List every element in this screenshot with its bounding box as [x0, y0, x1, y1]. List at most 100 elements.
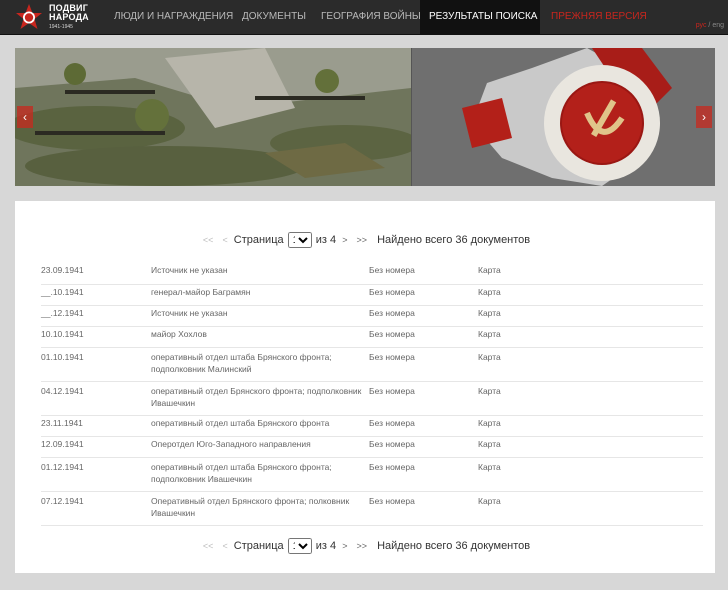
document-map-link-cell: Карта	[478, 436, 703, 458]
nav-documents[interactable]: Документы	[233, 0, 315, 34]
pager-page-select[interactable]: 1	[287, 232, 312, 248]
document-number-cell: Без номера	[369, 436, 478, 458]
pager-next-button[interactable]: >	[342, 235, 347, 245]
logo-years: 1941-1945	[49, 24, 73, 30]
document-source-cell: Источник не указан	[151, 305, 369, 327]
nav-war-geography[interactable]: География войны	[312, 0, 430, 34]
lang-en[interactable]: eng	[712, 22, 724, 29]
pager-last-button[interactable]: >>	[357, 541, 368, 551]
document-map-link[interactable]: Карта	[478, 418, 501, 428]
document-source: Оперативный отдел Брянского фронта; полк…	[151, 495, 350, 518]
document-map-link-cell: Карта	[478, 263, 703, 285]
table-row[interactable]: 01.12.1941 оперативный отдел штаба Брянск…	[41, 457, 703, 492]
document-source-cell: генерал-майор Баграмян	[151, 284, 369, 306]
pager-page-select[interactable]: 1	[287, 538, 312, 554]
document-source-cell: оперативный отдел штаба Брянского фронта…	[151, 347, 369, 382]
document-number: Без номера	[369, 495, 415, 506]
lang-ru[interactable]: рус	[696, 22, 707, 29]
pager-first-button[interactable]: <<	[203, 541, 214, 551]
document-map-link-cell: Карта	[478, 415, 703, 437]
document-date-cell: 23.11.1941	[41, 415, 151, 437]
table-row[interactable]: __.10.1941 генерал-майор Баграмян Без номе…	[41, 284, 703, 306]
document-map-link-cell: Карта	[478, 305, 703, 327]
document-source: оперативный отдел Брянского фронта; подп…	[151, 385, 362, 408]
table-row[interactable]: 23.09.1941 Источник не указан Без номера Ка…	[41, 263, 703, 285]
order-star-icon	[16, 4, 42, 29]
document-date: 01.10.1941	[41, 351, 84, 362]
document-number: Без номера	[369, 461, 415, 472]
document-source-cell: оперативный отдел штаба Брянского фронта…	[151, 457, 369, 492]
document-map-link-cell: Карта	[478, 381, 703, 416]
document-date-cell: 07.12.1941	[41, 491, 151, 526]
document-date-cell: 10.10.1941	[41, 326, 151, 348]
nav-people-awards[interactable]: Люди и награждения	[105, 0, 242, 34]
document-map-link-cell: Карта	[478, 457, 703, 492]
pager-last-button[interactable]: >>	[357, 235, 368, 245]
nav-search-results[interactable]: Результаты поиска	[420, 0, 540, 34]
document-number: Без номера	[369, 265, 415, 275]
document-source: Источник не указан	[151, 265, 228, 275]
document-number: Без номера	[369, 328, 415, 339]
document-date-cell: 23.09.1941	[41, 263, 151, 285]
site-logo[interactable]: ПОДВИГ НАРОДА 1941-1945	[14, 2, 94, 32]
soldiers-image	[15, 48, 420, 186]
table-row[interactable]: __.12.1941 Источник не указан Без номера Ка…	[41, 305, 703, 327]
pager-prev-button[interactable]: <	[222, 541, 227, 551]
table-row[interactable]: 04.12.1941 оперативный отдел Брянского фр…	[41, 381, 703, 416]
document-date-cell: 01.10.1941	[41, 347, 151, 382]
pager-top: << < Страница 1 из 4 > >> Найдено всего …	[15, 232, 715, 248]
document-source-cell: Оперативный отдел Брянского фронта; полк…	[151, 491, 369, 526]
document-map-link[interactable]: Карта	[478, 386, 501, 396]
logo-title: ПОДВИГ НАРОДА	[49, 3, 89, 22]
document-date: 04.12.1941	[41, 385, 84, 396]
document-source-cell: Источник не указан	[151, 263, 369, 285]
pager-next-button[interactable]: >	[342, 541, 347, 551]
pager-first-button[interactable]: <<	[203, 235, 214, 245]
document-number-cell: Без номера	[369, 491, 478, 526]
document-source: оперативный отдел штаба Брянского фронта…	[151, 461, 332, 484]
document-source: Источник не указан	[151, 307, 228, 318]
document-date: __.12.1941	[41, 307, 84, 318]
document-map-link[interactable]: Карта	[478, 329, 501, 339]
document-number-cell: Без номера	[369, 305, 478, 327]
document-number: Без номера	[369, 438, 415, 449]
table-row[interactable]: 23.11.1941 оперативный отдел штаба Брянск…	[41, 415, 703, 437]
document-map-link[interactable]: Карта	[478, 439, 501, 449]
table-row[interactable]: 01.10.1941 оперативный отдел штаба Брянск…	[41, 347, 703, 382]
document-number-cell: Без номера	[369, 347, 478, 382]
document-source-cell: оперативный отдел штаба Брянского фронта	[151, 415, 369, 437]
pager-found-count: Найдено всего 36 документов	[377, 233, 531, 246]
document-date-cell: 12.09.1941	[41, 436, 151, 458]
document-number: Без номера	[369, 385, 415, 396]
document-number: Без номера	[369, 286, 415, 297]
document-map-link[interactable]: Карта	[478, 287, 501, 297]
pager-of-total: из 4	[315, 539, 337, 552]
document-source: Оперотдел Юго-Западного направления	[151, 438, 311, 449]
document-map-link[interactable]: Карта	[478, 308, 501, 318]
document-number: Без номера	[369, 307, 415, 318]
pager-page-label: Страница	[233, 539, 284, 552]
table-row[interactable]: 07.12.1941 Оперативный отдел Брянского фр…	[41, 491, 703, 526]
document-source-cell: оперативный отдел Брянского фронта; подп…	[151, 381, 369, 416]
banner-prev-arrow[interactable]: ‹	[17, 106, 33, 128]
banner-photo-order	[412, 48, 715, 186]
table-row[interactable]: 12.09.1941 Оперотдел Юго-Западного направ…	[41, 436, 703, 458]
table-row[interactable]: 10.10.1941 майор Хохлов Без номера Карта	[41, 326, 703, 348]
document-number: Без номера	[369, 417, 415, 428]
document-date: 12.09.1941	[41, 438, 84, 449]
document-number-cell: Без номера	[369, 263, 478, 285]
pager-prev-button[interactable]: <	[222, 235, 227, 245]
document-map-link[interactable]: Карта	[478, 352, 501, 362]
document-map-link[interactable]: Карта	[478, 496, 501, 506]
banner-next-arrow[interactable]: ›	[696, 106, 712, 128]
document-date-cell: 04.12.1941	[41, 381, 151, 416]
nav-old-version[interactable]: Прежняя версия	[542, 0, 656, 34]
document-source-cell: майор Хохлов	[151, 326, 369, 348]
top-navigation-bar: ПОДВИГ НАРОДА 1941-1945 Люди и награждени…	[0, 0, 728, 35]
document-map-link[interactable]: Карта	[478, 462, 501, 472]
document-date-cell: 01.12.1941	[41, 457, 151, 492]
document-number-cell: Без номера	[369, 284, 478, 306]
pager-of-total: из 4	[315, 233, 337, 246]
document-map-link[interactable]: Карта	[478, 265, 501, 275]
document-map-link-cell: Карта	[478, 347, 703, 382]
